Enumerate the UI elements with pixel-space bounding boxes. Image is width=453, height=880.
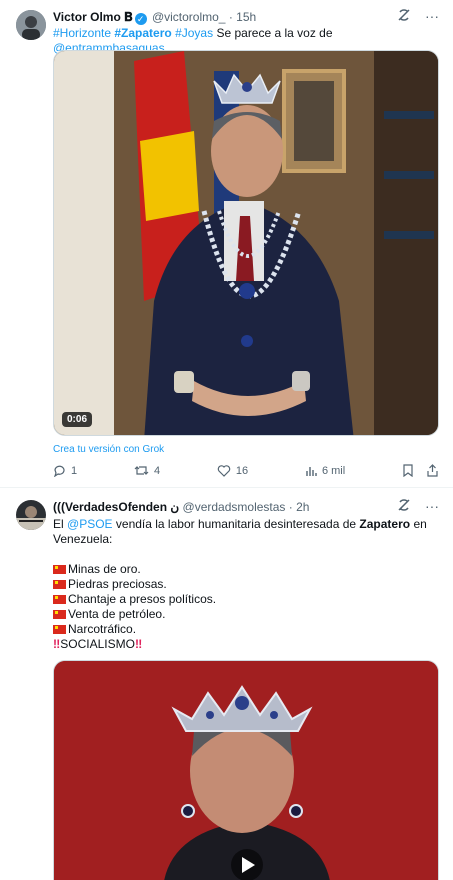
- list-item-text: Chantaje a presos políticos.: [68, 592, 217, 606]
- header-icons: ···: [397, 8, 439, 25]
- timestamp[interactable]: · 15h: [229, 10, 256, 24]
- china-flag-icon: [53, 610, 66, 619]
- list-item-text: Piedras preciosas.: [68, 577, 167, 591]
- list-item: Chantaje a presos políticos.: [53, 592, 438, 607]
- tweet-1[interactable]: Victor Olmo 𝐁 ✓ @victorolmo_ · 15h ··· #H…: [0, 0, 453, 486]
- text-bold: Zapatero: [359, 517, 411, 531]
- display-name[interactable]: (((VerdadesOfenden: [53, 500, 167, 514]
- name-suffix: ﻥ: [170, 500, 180, 514]
- text-body: Se parece a la voz de: [216, 26, 333, 40]
- retweet-button[interactable]: 4: [134, 464, 160, 477]
- video-player[interactable]: [53, 660, 439, 880]
- like-icon: [217, 465, 231, 477]
- double-exclamation-icon: ‼: [134, 637, 143, 651]
- timestamp[interactable]: · 2h: [289, 500, 310, 514]
- video-thumbnail: [54, 661, 438, 880]
- hashtag-text: #Zapatero: [114, 26, 172, 40]
- reply-count: 1: [71, 464, 78, 477]
- china-flag-icon: [53, 580, 66, 589]
- hashtag[interactable]: #Joyas: [175, 26, 213, 40]
- verified-icon: ✓: [134, 13, 147, 25]
- reply-button[interactable]: 1: [53, 464, 77, 477]
- video-thumbnail: [54, 51, 438, 435]
- views-count: 6 mil: [321, 464, 346, 477]
- list-item: Minas de oro.: [53, 562, 438, 577]
- reply-icon: [54, 465, 65, 477]
- bookmark-icon[interactable]: [402, 464, 414, 477]
- video-duration: 0:06: [62, 412, 93, 427]
- list-item: Narcotráfico.: [53, 622, 438, 637]
- text-part: El: [53, 517, 64, 531]
- list-item: Piedras preciosas.: [53, 577, 438, 592]
- tweet-text: El @PSOE vendía la labor humanitaria des…: [53, 517, 438, 547]
- action-bar: 1 4 16 6 mil: [53, 464, 439, 477]
- like-count: 16: [235, 464, 249, 477]
- mention[interactable]: @PSOE: [67, 517, 113, 531]
- retweet-icon: [134, 466, 149, 475]
- avatar[interactable]: [16, 500, 46, 530]
- list-item-text: Narcotráfico.: [68, 622, 137, 636]
- closing-text: SOCIALISMO: [60, 637, 135, 651]
- bookmark-share-group: [402, 464, 439, 477]
- handle[interactable]: @verdadsmolestas: [183, 500, 286, 514]
- avatar[interactable]: [16, 10, 46, 40]
- grok-icon[interactable]: [397, 498, 411, 515]
- tweet-header: (((VerdadesOfenden ﻥ @verdadsmolestas · …: [53, 500, 309, 515]
- list-item: Venta de petróleo.: [53, 607, 438, 622]
- display-name[interactable]: Victor Olmo: [53, 10, 121, 24]
- handle[interactable]: @victorolmo_: [152, 10, 226, 24]
- china-flag-icon: [53, 565, 66, 574]
- china-flag-icon: [53, 595, 66, 604]
- video-player[interactable]: 0:06: [53, 50, 439, 436]
- hashtag[interactable]: #Zapatero: [114, 26, 171, 40]
- header-icons: ···: [397, 498, 439, 515]
- views-button[interactable]: 6 mil: [305, 465, 345, 477]
- china-flag-icon: [53, 625, 66, 634]
- list: Minas de oro. Piedras preciosas. Chantaj…: [53, 562, 438, 652]
- name-badge: 𝐁: [124, 10, 133, 24]
- like-button[interactable]: 16: [217, 464, 248, 477]
- grok-link[interactable]: Crea tu versión con Grok: [53, 444, 164, 455]
- views-icon: [306, 466, 317, 476]
- hashtag[interactable]: #Horizonte: [53, 26, 111, 40]
- tweet-header: Victor Olmo 𝐁 ✓ @victorolmo_ · 15h: [53, 10, 256, 25]
- share-icon[interactable]: [426, 464, 439, 477]
- list-item-text: Venta de petróleo.: [68, 607, 166, 621]
- grok-icon[interactable]: [397, 8, 411, 25]
- list-item-text: Minas de oro.: [68, 562, 141, 576]
- retweet-count: 4: [153, 464, 161, 477]
- text-part: vendía la labor humanitaria desinteresad…: [115, 517, 357, 531]
- closing-line: ‼SOCIALISMO‼: [53, 637, 438, 652]
- more-icon[interactable]: ···: [425, 498, 439, 515]
- tweet-2[interactable]: (((VerdadesOfenden ﻥ @verdadsmolestas · …: [0, 488, 453, 880]
- more-icon[interactable]: ···: [425, 8, 439, 25]
